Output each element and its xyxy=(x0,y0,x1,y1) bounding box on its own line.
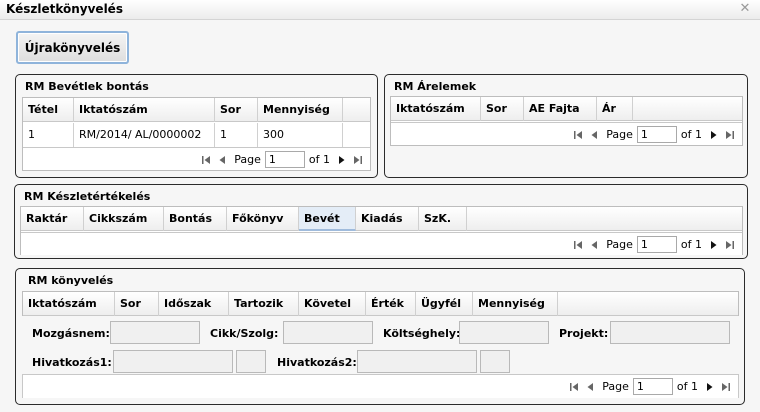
konyveles-grid: Iktatószám Sor Időszak Tartozik Követel … xyxy=(22,291,739,316)
column-header-sor[interactable]: Sor xyxy=(115,292,159,316)
konyveles-pager: Page of 1 xyxy=(23,375,738,398)
pager-page-label: Page xyxy=(234,153,261,166)
page-number-input[interactable] xyxy=(636,126,677,143)
projekt-field[interactable] xyxy=(610,321,730,344)
prev-page-icon[interactable] xyxy=(582,379,598,395)
column-header-sor[interactable]: Sor xyxy=(215,98,258,122)
column-header-tartozik[interactable]: Tartozik xyxy=(229,292,299,316)
mozgasnem-field[interactable] xyxy=(110,321,200,344)
bevetel-grid-header: Tétel Iktatószám Sor Mennyiség xyxy=(23,98,370,122)
column-header-ertek[interactable]: Érték xyxy=(366,292,416,316)
page-number-input[interactable] xyxy=(632,378,673,395)
column-header-iktatoszam[interactable]: Iktatószám xyxy=(391,97,481,121)
konyveles-grid-header: Iktatószám Sor Időszak Tartozik Követel … xyxy=(23,292,738,316)
close-icon[interactable]: ✕ xyxy=(738,2,752,16)
column-header-mennyiseg[interactable]: Mennyiség xyxy=(258,98,343,122)
pager-of-label: of 1 xyxy=(308,153,330,166)
window-titlebar: Készletkönyvelés ✕ xyxy=(0,0,760,20)
column-header-fokonyv[interactable]: Főkönyv xyxy=(227,207,299,231)
cell-sor: 1 xyxy=(215,123,258,147)
pager-page-label: Page xyxy=(606,238,633,251)
koltseghely-field[interactable] xyxy=(459,321,549,344)
last-page-icon[interactable] xyxy=(722,127,738,143)
last-page-icon[interactable] xyxy=(350,152,366,168)
column-header-sor[interactable]: Sor xyxy=(481,97,524,121)
column-header-iktatoszam[interactable]: Iktatószám xyxy=(74,98,215,122)
window-title: Készletkönyvelés xyxy=(6,2,123,16)
konyveles-pager-box: Page of 1 xyxy=(22,374,739,398)
bevetel-panel: RM Bevétlek bontás Tétel Iktatószám Sor … xyxy=(15,74,378,178)
arelemek-panel-title: RM Árelemek xyxy=(394,80,477,93)
prev-page-icon[interactable] xyxy=(586,127,602,143)
first-page-icon[interactable] xyxy=(198,152,214,168)
pager-page-label: Page xyxy=(602,380,629,393)
first-page-icon[interactable] xyxy=(570,237,586,253)
column-header-ugyfel[interactable]: Ügyfél xyxy=(416,292,473,316)
keszletertekeles-panel: RM Készletértékelés Raktár Cikkszám Bont… xyxy=(14,184,748,259)
rebook-button[interactable]: Újrakönyvelés xyxy=(16,31,129,64)
column-header-ar[interactable]: Ár xyxy=(597,97,633,121)
first-page-icon[interactable] xyxy=(566,379,582,395)
prev-page-icon[interactable] xyxy=(214,152,230,168)
column-header-bevet[interactable]: Bevét xyxy=(299,207,356,231)
cikk-szolg-field[interactable] xyxy=(283,321,373,344)
column-header-szk[interactable]: SzK. xyxy=(419,207,467,231)
first-page-icon[interactable] xyxy=(570,127,586,143)
hivatkozas1-field[interactable] xyxy=(113,350,233,373)
next-page-icon[interactable] xyxy=(706,127,722,143)
arelemek-grid-header: Iktatószám Sor AE Fajta Ár xyxy=(391,97,742,121)
page-number-input[interactable] xyxy=(636,236,677,253)
pager-of-label: of 1 xyxy=(676,380,698,393)
column-header-raktar[interactable]: Raktár xyxy=(21,207,84,231)
keszletertekeles-grid-header: Raktár Cikkszám Bontás Főkönyv Bevét Kia… xyxy=(21,207,742,231)
last-page-icon[interactable] xyxy=(722,237,738,253)
konyveles-panel-title: RM könyvelés xyxy=(28,274,114,287)
column-header-kiadas[interactable]: Kiadás xyxy=(356,207,419,231)
column-header-iktatoszam[interactable]: Iktatószám xyxy=(23,292,115,316)
keszletertekeles-grid: Raktár Cikkszám Bontás Főkönyv Bevét Kia… xyxy=(20,206,743,255)
pager-of-label: of 1 xyxy=(680,128,702,141)
mozgasnem-label: Mozgásnem: xyxy=(32,327,110,340)
pager-page-label: Page xyxy=(606,128,633,141)
hivatkozas1-label: Hivatkozás1: xyxy=(32,356,112,369)
hivatkozas1-extra-field[interactable] xyxy=(236,350,266,373)
column-header-idoszak[interactable]: Időszak xyxy=(159,292,229,316)
next-page-icon[interactable] xyxy=(702,379,718,395)
page-number-input[interactable] xyxy=(264,151,305,168)
bevetel-grid: Tétel Iktatószám Sor Mennyiség 1 RM/2014… xyxy=(22,97,371,171)
arelemek-panel: RM Árelemek Iktatószám Sor AE Fajta Ár P… xyxy=(384,74,748,178)
pager-of-label: of 1 xyxy=(680,238,702,251)
bevetel-pager: Page of 1 xyxy=(23,147,370,170)
arelemek-grid: Iktatószám Sor AE Fajta Ár Page of 1 xyxy=(390,96,743,146)
table-row[interactable]: 1 RM/2014/ AL/0000002 1 300 xyxy=(23,123,370,147)
projekt-label: Projekt: xyxy=(559,327,609,340)
cikk-szolg-label: Cikk/Szolg: xyxy=(210,327,279,340)
prev-page-icon[interactable] xyxy=(586,237,602,253)
column-header-bontas[interactable]: Bontás xyxy=(164,207,227,231)
hivatkozas2-label: Hivatkozás2: xyxy=(277,356,357,369)
bevetel-panel-title: RM Bevétlek bontás xyxy=(25,80,149,93)
koltseghely-label: Költséghely: xyxy=(383,327,461,340)
column-header-mennyiseg[interactable]: Mennyiség xyxy=(473,292,558,316)
column-header-ae-fajta[interactable]: AE Fajta xyxy=(524,97,597,121)
last-page-icon[interactable] xyxy=(718,379,734,395)
column-header-tetel[interactable]: Tétel xyxy=(23,98,74,122)
keszletertekeles-pager: Page of 1 xyxy=(21,232,742,255)
arelemek-pager: Page of 1 xyxy=(391,122,742,145)
cell-iktatoszam: RM/2014/ AL/0000002 xyxy=(74,123,215,147)
hivatkozas2-extra-field[interactable] xyxy=(480,350,510,373)
hivatkozas2-field[interactable] xyxy=(357,350,477,373)
cell-mennyiseg: 300 xyxy=(258,123,343,147)
column-header-cikkszam[interactable]: Cikkszám xyxy=(84,207,164,231)
column-header-kovetel[interactable]: Követel xyxy=(299,292,366,316)
cell-tetel: 1 xyxy=(23,123,74,147)
keszletertekeles-panel-title: RM Készletértékelés xyxy=(24,190,151,203)
next-page-icon[interactable] xyxy=(334,152,350,168)
next-page-icon[interactable] xyxy=(706,237,722,253)
konyveles-panel: RM könyvelés Iktatószám Sor Időszak Tart… xyxy=(15,268,745,405)
